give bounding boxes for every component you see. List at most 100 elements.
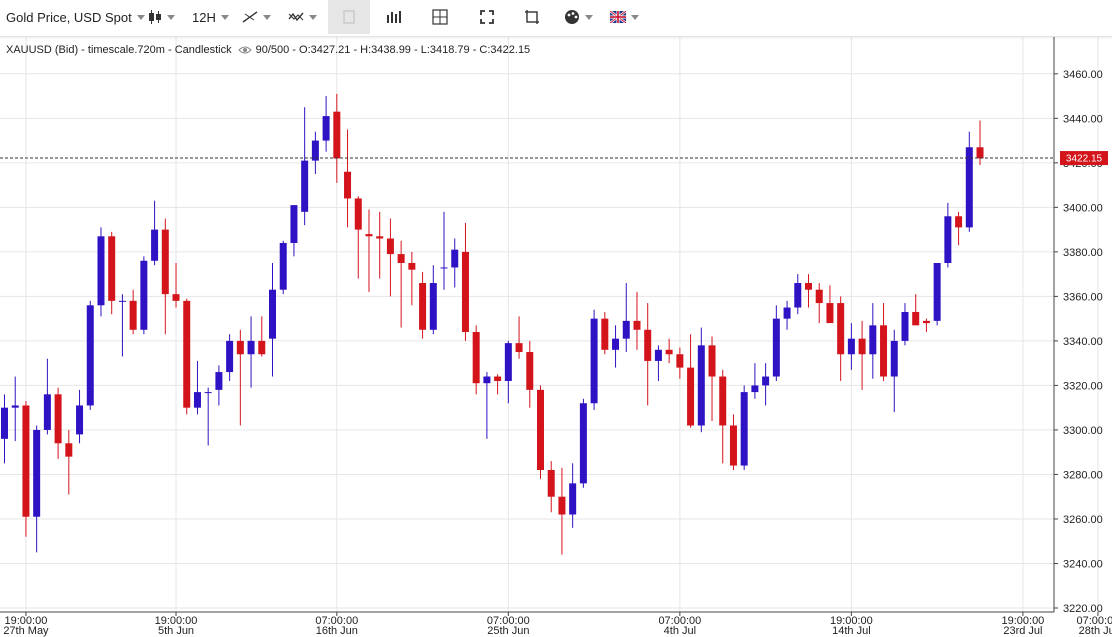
candle-body [215,372,223,390]
candle-body [697,345,705,426]
volume-bars-button[interactable] [386,0,402,34]
candle-body [687,367,695,426]
theme-selector[interactable] [564,0,593,34]
candle-body [955,216,963,228]
candle-body [676,354,684,368]
candle-body [847,338,855,355]
candle-body [944,216,952,264]
trendline-icon [242,11,258,23]
candle-body [333,111,341,159]
candle-body [719,376,727,426]
candle-body [880,325,888,377]
shapes-button[interactable] [328,0,370,34]
chart-type-button[interactable] [148,0,175,34]
price-chart[interactable]: 19:00:0027th May19:00:005th Jun07:00:001… [0,0,1112,637]
candle-body [622,320,630,339]
candle-body [269,289,276,339]
candle-body [965,147,973,228]
candle-body [290,205,298,243]
candle-body [483,376,491,384]
fullscreen-icon [480,10,494,24]
candle-body [933,263,941,321]
candle-body [65,443,73,457]
x-axis-labels: 19:00:0027th May19:00:005th Jun07:00:001… [3,612,1112,637]
candle-body [161,229,169,295]
y-tick-label: 3460.00 [1063,69,1103,81]
chevron-down-icon [263,14,271,20]
y-tick-label: 3440.00 [1063,113,1103,125]
candlestick-icon [149,10,161,24]
grid-lines [0,28,1099,612]
crosshair-button[interactable] [432,0,448,34]
ohlc-readout: - O:3427.21 - H:3438.99 - L:3418.79 - C:… [292,44,531,56]
candle-body [922,320,930,324]
symbol-selector[interactable]: Gold Price, USD Spot [6,0,145,34]
candle-body [901,311,909,341]
candle-body [11,405,19,408]
y-tick-label: 3280.00 [1063,469,1103,481]
candle-body [408,263,416,270]
candle-body [794,283,802,308]
candle-body [193,392,201,408]
fit-chart-button[interactable] [524,0,540,34]
candle-body [783,307,791,319]
series-title: XAUUSD (Bid) - timescale.720m - Candlest… [6,44,232,56]
indicator-icon [288,12,304,22]
candle-body [526,352,534,390]
language-selector[interactable] [610,0,639,34]
candle-body [912,311,920,326]
y-tick-label: 3260.00 [1063,514,1103,526]
drawing-tools-button[interactable] [242,0,271,34]
candle-body [344,171,352,199]
candle-body [365,234,373,237]
indicators-button[interactable] [288,0,317,34]
y-axis: 3220.00 3240.00 3260.00 3280.00 3300.00 3320.… [0,24,1108,615]
candle-body [665,349,673,355]
series-legend: XAUUSD (Bid) - timescale.720m - Candlest… [6,44,530,56]
candle-body [558,496,566,515]
candle-body [590,318,598,404]
palette-icon [565,10,579,24]
bar-chart-icon [387,11,401,23]
candle-body [419,283,427,330]
y-tick-label: 3300.00 [1063,425,1103,437]
candle-body [762,376,770,386]
y-tick-label: 3240.00 [1063,558,1103,570]
candle-body [472,332,480,384]
candle-body [869,325,877,355]
last-price-label: 3422.15 [1066,154,1103,165]
candle-body [86,305,94,406]
candle-body [354,198,362,230]
candle-body [772,318,780,377]
candle-body [805,283,812,290]
fullscreen-button[interactable] [480,0,494,34]
eye-icon[interactable] [237,45,252,55]
candle-body [129,300,137,330]
x-tick-date: 4th Jul [664,625,696,637]
candle-body [376,236,384,239]
toolbar: Gold Price, USD Spot 12H [0,0,1112,37]
candle-body [601,318,609,350]
candle-body [815,289,823,304]
candle-body [204,392,212,394]
candle-body [537,389,544,471]
candle-body [837,303,845,355]
candle-body [322,116,330,141]
candle-body [579,403,587,484]
candle-body [729,425,737,466]
timeframe-selector[interactable]: 12H [192,0,229,34]
candle-body [569,483,577,515]
chevron-down-icon [585,14,593,20]
symbol-label: Gold Price, USD Spot [6,9,132,25]
candle-body [258,340,266,355]
candle-body [22,405,30,517]
y-tick-label: 3320.00 [1063,380,1103,392]
candle-body [140,260,148,330]
crosshair-icon [432,9,448,25]
x-tick-date: 5th Jun [158,625,194,637]
candle-body [279,242,287,290]
candle-body [429,283,437,330]
y-tick-label: 3380.00 [1063,247,1103,259]
candle-body [301,160,309,212]
candle-body [172,294,180,301]
